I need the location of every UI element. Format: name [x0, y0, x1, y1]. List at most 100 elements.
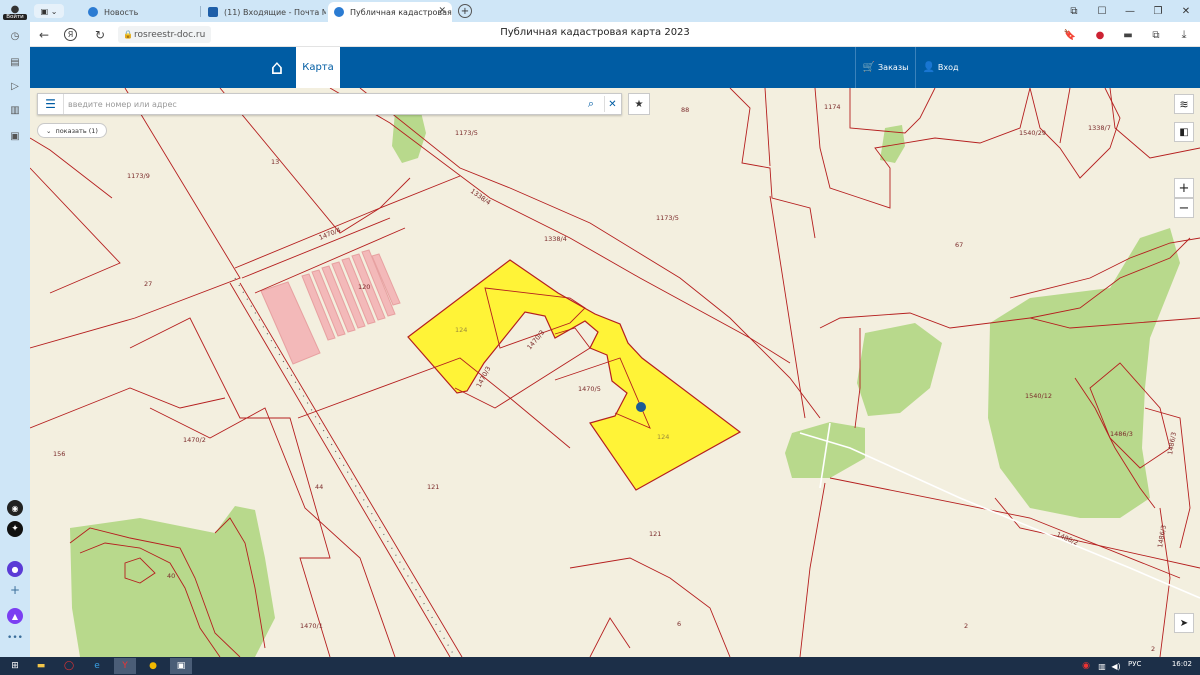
- history-icon[interactable]: ◷: [7, 28, 23, 44]
- parcel-label: 67: [955, 241, 963, 249]
- star-icon[interactable]: ★: [628, 93, 650, 115]
- map-canvas[interactable]: 88 1174 1540/29 1338/7 13 1173/5 1173/9 …: [30, 88, 1200, 657]
- mail-icon: [208, 7, 218, 17]
- show-results-toggle[interactable]: ⌄ показать (1): [37, 123, 107, 138]
- extension-icon[interactable]: ●: [1092, 27, 1108, 43]
- search-icon[interactable]: ⌕: [583, 96, 599, 112]
- language-indicator[interactable]: РУС: [1128, 660, 1141, 668]
- site-header: ⌂ Карта 🛒 Заказы 👤 Вход: [30, 47, 1200, 88]
- parcel-label: 1540/12: [1025, 392, 1052, 400]
- tab-cadastral-map[interactable]: Публичная кадастровая ✕: [328, 2, 452, 22]
- parcel-label: 27: [144, 280, 152, 288]
- minimize-icon[interactable]: —: [1122, 3, 1138, 19]
- zoom-in-button[interactable]: +: [1174, 178, 1194, 198]
- selected-parcel[interactable]: [407, 259, 742, 491]
- globe-icon: [334, 7, 344, 17]
- parcel-label: 1540/29: [1019, 129, 1046, 137]
- parcel-label: 156: [53, 450, 65, 458]
- restore-icon[interactable]: ❐: [1150, 3, 1166, 19]
- notes-icon[interactable]: ▥: [7, 102, 23, 118]
- downloads-panel-icon[interactable]: ☐: [1094, 3, 1110, 19]
- buildings: [260, 249, 401, 365]
- orders-button[interactable]: 🛒 Заказы: [855, 47, 915, 88]
- address-bar: ← Я ↻ 🔒 rosreestr-doc.ru Публичная кадас…: [30, 22, 1200, 47]
- ie-icon[interactable]: e: [86, 658, 108, 674]
- layers-icon[interactable]: ≋: [1174, 94, 1194, 114]
- parcel-label: 120: [358, 283, 370, 291]
- protect-icon[interactable]: ▬: [1120, 27, 1136, 43]
- network-icon[interactable]: ▥: [1096, 659, 1108, 673]
- add-icon[interactable]: +: [7, 582, 23, 598]
- clock[interactable]: 16:02: [1172, 660, 1192, 668]
- parcel-label: 124: [455, 326, 467, 334]
- chrome-icon[interactable]: ●: [142, 658, 164, 674]
- map-mode-icon[interactable]: ◧: [1174, 122, 1194, 142]
- opera-icon[interactable]: ◯: [58, 658, 80, 674]
- parcel-label: 1486/3: [1166, 431, 1178, 455]
- parcel-label: 1470/3: [525, 329, 546, 352]
- bookmarks-icon[interactable]: ⧉: [1066, 3, 1082, 19]
- parcel-label: 1486/3: [1110, 430, 1133, 438]
- parcel-label: 44: [315, 483, 323, 491]
- more-icon[interactable]: •••: [7, 632, 23, 644]
- tab-label: (11) Входящие - Почта М: [224, 7, 326, 17]
- parcel-label: 1173/5: [656, 214, 679, 222]
- geolocation-icon[interactable]: ➤: [1174, 613, 1194, 633]
- collections-icon[interactable]: ▤: [7, 54, 23, 70]
- search-input[interactable]: [68, 97, 568, 111]
- parcel-label: 1173/5: [455, 129, 478, 137]
- parcel-label: 124: [657, 433, 669, 441]
- login-button[interactable]: 👤 Вход: [915, 47, 965, 88]
- parcel-label: 1173/9: [127, 172, 150, 180]
- tab-label: Публичная кадастровая: [350, 7, 452, 17]
- play-icon[interactable]: ▷: [7, 78, 23, 94]
- close-icon[interactable]: ✕: [438, 6, 446, 16]
- cart-icon: 🛒: [862, 62, 876, 73]
- parcel-label: 1338/4: [469, 187, 492, 207]
- selected-point-marker[interactable]: [636, 402, 646, 412]
- new-tab-button[interactable]: +: [458, 4, 472, 18]
- profile-label[interactable]: Войти: [3, 14, 27, 20]
- zoom-out-button[interactable]: −: [1174, 198, 1194, 218]
- start-icon[interactable]: ⊞: [4, 658, 26, 674]
- globe-icon: [88, 7, 98, 17]
- browser-tab-strip: ▣ ⌄ Новость (11) Входящие - Почта М Публ…: [0, 0, 1200, 22]
- assistant-icon[interactable]: ◉: [7, 500, 23, 516]
- parcel-label: 121: [427, 483, 439, 491]
- menu-icon[interactable]: ☰: [38, 94, 64, 114]
- search-bar: ☰ ⌕ ✕: [37, 93, 622, 115]
- record-icon[interactable]: ◉: [1080, 659, 1092, 673]
- bookmark-icon[interactable]: 🔖: [1062, 27, 1078, 43]
- chevron-down-icon: ⌄: [46, 126, 52, 135]
- tab-map[interactable]: Карта: [296, 47, 340, 88]
- show-results-label: показать (1): [55, 126, 98, 135]
- user-icon: 👤: [922, 62, 935, 73]
- messenger-icon[interactable]: ●: [7, 561, 23, 577]
- parcel-label: 2: [964, 622, 968, 630]
- parcel-label: 13: [271, 158, 279, 166]
- explorer-icon[interactable]: ▬: [30, 658, 52, 674]
- extensions-icon[interactable]: ⧉: [1148, 27, 1164, 43]
- parcel-label: 6: [677, 620, 681, 628]
- app-icon[interactable]: ▣: [7, 128, 23, 144]
- parcel-label: 1338/7: [1088, 124, 1111, 132]
- parcel-label: 40: [167, 572, 175, 580]
- download-icon[interactable]: ⤓: [1176, 27, 1192, 43]
- app-window-icon[interactable]: ▣: [170, 658, 192, 674]
- window-close-icon[interactable]: ✕: [1178, 3, 1194, 19]
- parcel-label: 1338/4: [544, 235, 567, 243]
- browser-sidebar: ● Войти ◷ ▤ ▷ ▥ ▣ ◉ ✦ ● + ▲ •••: [0, 0, 30, 657]
- clear-icon[interactable]: ✕: [604, 96, 620, 112]
- parcel-label: 1174: [824, 103, 841, 111]
- tab-news[interactable]: Новость: [82, 2, 200, 22]
- alice-icon[interactable]: ▲: [7, 608, 23, 624]
- tab-menu-button[interactable]: ▣ ⌄: [34, 4, 64, 18]
- compass-icon[interactable]: ✦: [7, 521, 23, 537]
- volume-icon[interactable]: ◀): [1110, 659, 1122, 673]
- yandex-browser-icon[interactable]: Y: [114, 658, 136, 674]
- cadastral-map[interactable]: 88 1174 1540/29 1338/7 13 1173/5 1173/9 …: [30, 88, 1200, 657]
- tab-mail[interactable]: (11) Входящие - Почта М: [202, 2, 326, 22]
- login-label: Вход: [937, 63, 959, 72]
- home-icon[interactable]: ⌂: [262, 53, 292, 81]
- tab-label: Новость: [104, 7, 139, 17]
